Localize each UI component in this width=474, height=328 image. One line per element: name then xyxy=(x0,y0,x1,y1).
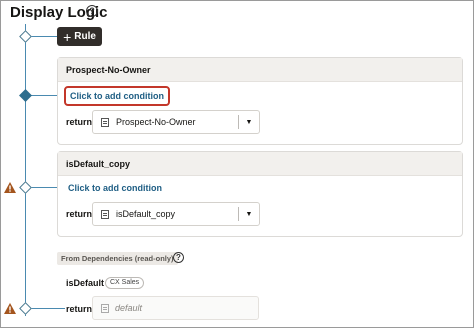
source-badge: CX Sales xyxy=(105,277,145,289)
readonly-rule-name: isDefault xyxy=(66,278,105,288)
add-rule-label: Rule xyxy=(74,31,96,42)
warning-icon xyxy=(4,182,16,193)
return-select[interactable]: isDefault_copy ▼ xyxy=(92,202,260,226)
help-icon[interactable]: ? xyxy=(173,252,184,263)
add-condition-link[interactable]: Click to add condition xyxy=(64,86,170,106)
add-condition-link[interactable]: Click to add condition xyxy=(64,180,166,196)
plus-icon: + xyxy=(63,28,72,45)
return-value: Prospect-No-Owner xyxy=(116,117,196,127)
readonly-return-value: default xyxy=(115,303,143,313)
return-label: return xyxy=(66,209,93,219)
rule-name: isDefault_copy xyxy=(58,152,462,176)
document-icon xyxy=(101,303,109,313)
dependencies-label: From Dependencies (read-only) xyxy=(57,252,178,265)
document-icon xyxy=(101,117,109,127)
chevron-down-icon[interactable]: ▼ xyxy=(239,110,259,134)
add-rule-button[interactable]: + Rule xyxy=(57,27,102,46)
chevron-down-icon[interactable]: ▼ xyxy=(239,202,259,226)
warning-icon xyxy=(4,303,16,314)
return-label: return xyxy=(66,117,93,127)
help-icon[interactable]: ? xyxy=(86,5,98,17)
return-value: isDefault_copy xyxy=(116,209,176,219)
document-icon xyxy=(101,209,109,219)
return-label: return xyxy=(66,304,93,314)
readonly-return-field: default xyxy=(92,296,259,320)
return-select[interactable]: Prospect-No-Owner ▼ xyxy=(92,110,260,134)
rule-name: Prospect-No-Owner xyxy=(58,58,462,82)
flow-line xyxy=(25,24,26,316)
